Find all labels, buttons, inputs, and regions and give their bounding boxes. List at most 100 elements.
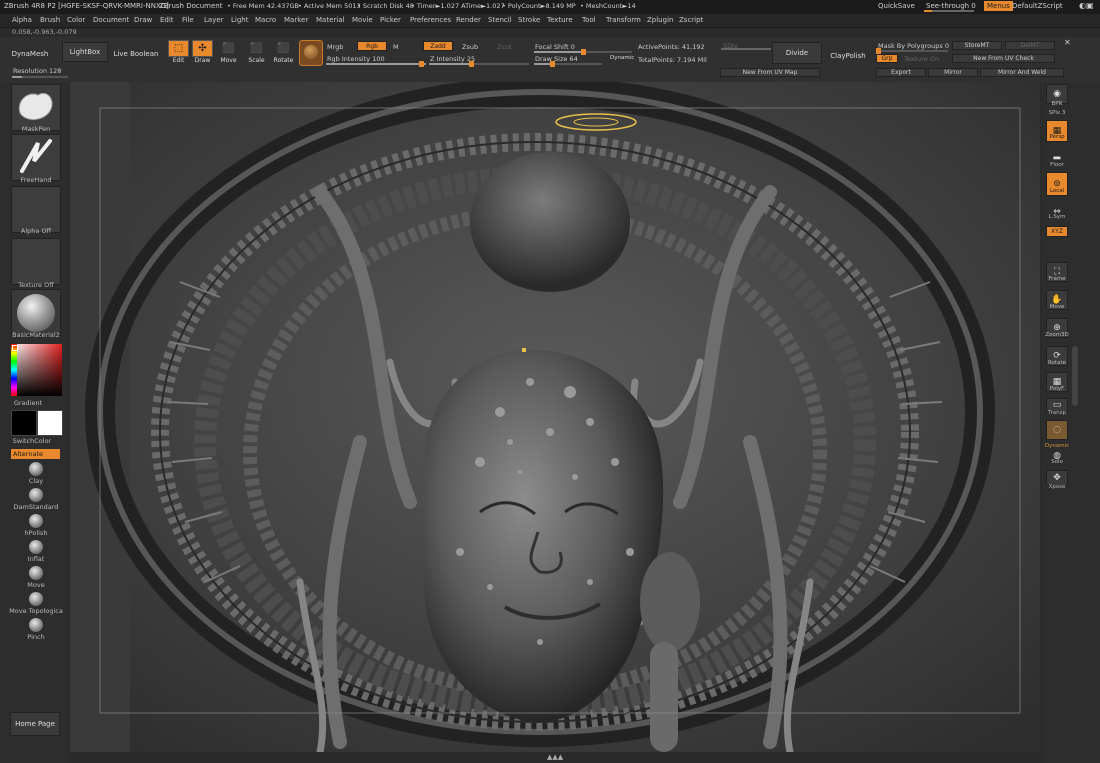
brush-damstandard[interactable]: DamStandard [0,488,72,511]
menu-marker[interactable]: Marker [284,16,308,24]
edit-button[interactable]: ⬚ Edit [168,40,189,65]
focal-shift-track[interactable] [534,49,632,55]
switchcolor-button[interactable]: SwitchColor [0,437,68,445]
menu-light[interactable]: Light [231,16,248,24]
bottom-tray-arrows-icon[interactable]: ▲▲▲ [547,753,563,761]
ghost-button[interactable]: ◌ [1046,420,1068,440]
zcut-button[interactable]: Zcut [497,43,512,51]
menu-alpha[interactable]: Alpha [12,16,32,24]
quicksave-button[interactable]: QuickSave [878,2,915,10]
menu-macro[interactable]: Macro [255,16,276,24]
rgb-button[interactable]: Rgb [357,41,387,51]
material-swatch-icon[interactable] [299,40,323,66]
draw-size-track[interactable] [534,61,602,67]
home-page-button[interactable]: Home Page [10,712,60,736]
menu-edit[interactable]: Edit [160,16,174,24]
menu-movie[interactable]: Movie [352,16,373,24]
spix-slider[interactable]: SPix 3 [1040,110,1074,116]
claypolish-button[interactable]: ClayPolish [824,44,872,68]
viewport-canvas[interactable] [70,82,1040,752]
brush-move[interactable]: Move [0,566,72,589]
brush-pinch[interactable]: Pinch [0,618,72,641]
menu-stroke[interactable]: Stroke [518,16,540,24]
mask-by-polygroups-track[interactable] [876,48,948,54]
window-controls-icon[interactable]: ◐▣ [1079,1,1094,10]
menu-texture[interactable]: Texture [547,16,573,24]
brush-clay[interactable]: Clay [0,462,72,485]
menu-preferences[interactable]: Preferences [410,16,451,24]
grp-button[interactable]: Grp [876,54,898,63]
brush-inflat[interactable]: Inflat [0,540,72,563]
resolution-slider[interactable]: Resolution 128 [13,67,61,75]
defaultzscript-button[interactable]: DefaultZScript [1012,2,1063,10]
menu-tool[interactable]: Tool [582,16,596,24]
hpolish-icon [29,514,43,528]
move-button[interactable]: ⬛ Move [218,40,239,65]
xpose-label: Xpose [1048,484,1066,490]
menu-material[interactable]: Material [316,16,344,24]
main-color-swatch[interactable] [11,410,37,436]
export-button[interactable]: Export [876,68,926,77]
close-shelf-icon[interactable]: ✕ [1064,38,1071,47]
menu-zplugin[interactable]: Zplugin [647,16,673,24]
mask-by-polygroups-slider[interactable]: Mask By Polygroups 0 [878,42,949,50]
hue-marker-icon[interactable] [12,345,18,351]
brush-hpolish[interactable]: hPolish [0,514,72,537]
brush-label: DamStandard [13,503,59,511]
menu-picker[interactable]: Picker [380,16,401,24]
new-from-uv-check-button[interactable]: New From UV Check [952,54,1055,63]
menu-file[interactable]: File [182,16,194,24]
lightbox-button[interactable]: LightBox [62,42,108,62]
storemt-button[interactable]: StoreMT [952,41,1002,50]
m-button[interactable]: M [393,43,399,51]
new-from-uv-map-button[interactable]: New From UV Map [720,68,820,77]
see-through-track[interactable] [924,10,974,12]
scale-button[interactable]: ⬛ Scale [246,40,267,65]
menu-render[interactable]: Render [456,16,481,24]
delmt-button[interactable]: DelMT [1005,41,1055,50]
menu-document[interactable]: Document [93,16,129,24]
menu-stencil[interactable]: Stencil [488,16,512,24]
menu-transform[interactable]: Transform [606,16,641,24]
sdiv-track[interactable] [721,48,771,50]
texture-thumbnail[interactable] [11,238,61,285]
menu-layer[interactable]: Layer [204,16,224,24]
menu-zscript[interactable]: Zscript [679,16,703,24]
see-through-slider[interactable]: See-through 0 [926,2,976,10]
dynamic-button[interactable]: Dynamic [610,55,634,61]
menus-button[interactable]: Menus [984,1,1013,11]
mrgb-button[interactable]: Mrgb [327,43,343,51]
bpr-icon: ◉ [1053,89,1061,99]
brush-move-topological[interactable]: Move Topologica [0,592,72,615]
mirror-and-weld-button[interactable]: Mirror And Weld [980,68,1064,77]
material-thumbnail[interactable] [11,289,61,336]
draw-button[interactable]: ✣ Draw [192,40,213,65]
resolution-track[interactable] [12,76,68,78]
menu-brush[interactable]: Brush [40,16,60,24]
zsub-button[interactable]: Zsub [462,43,478,51]
draw-size-slider[interactable]: Draw Size 64 [535,55,578,63]
focal-shift-slider[interactable]: Focal Shift 0 [535,43,575,51]
rotate-button[interactable]: ⬛ Rotate [273,40,294,65]
live-boolean-button[interactable]: Live Boolean [112,44,160,64]
zadd-button[interactable]: Zadd [423,41,453,51]
dynamesh-button[interactable]: DynaMesh [8,44,52,64]
hue-slider[interactable] [11,344,17,396]
secondary-color-swatch[interactable] [37,410,63,436]
right-scrollbar[interactable] [1072,346,1078,406]
alpha-thumbnail[interactable] [11,186,61,233]
gradient-label[interactable]: Gradient [0,399,64,407]
menu-draw[interactable]: Draw [134,16,152,24]
xyz-button[interactable]: XYZ [1046,226,1068,237]
divide-button[interactable]: Divide [772,42,822,64]
texture-on-button[interactable]: Texture On [904,55,939,63]
z-intensity-track[interactable] [429,61,529,67]
rgb-intensity-slider[interactable]: Rgb Intensity 100 [327,55,385,63]
freehand-stroke-thumbnail[interactable] [11,134,61,181]
color-picker[interactable] [11,344,62,396]
alternate-button[interactable]: Alternate [11,449,60,459]
mirror-button[interactable]: Mirror [928,68,978,77]
rgb-intensity-track[interactable] [326,61,426,67]
menu-color[interactable]: Color [67,16,85,24]
maskpen-brush-thumbnail[interactable] [11,84,61,131]
